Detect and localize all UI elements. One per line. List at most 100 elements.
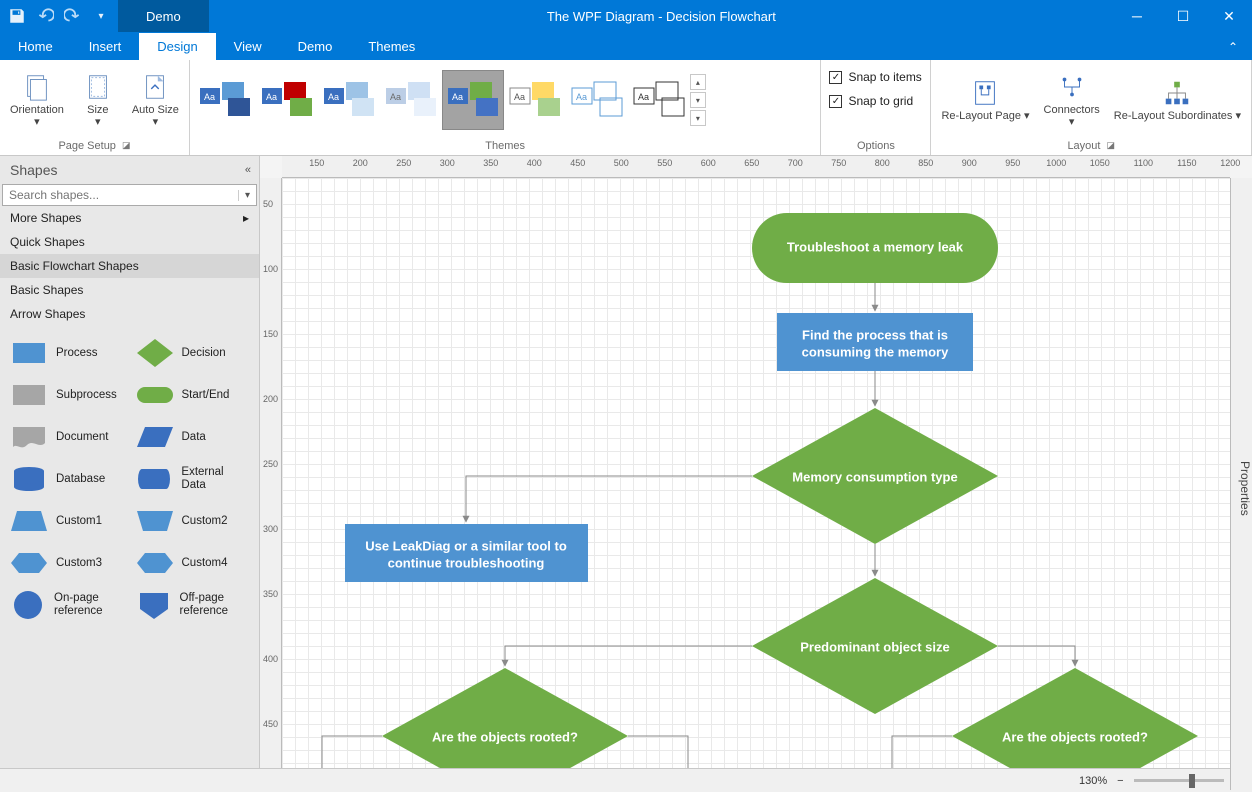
shape-label: Start/End xyxy=(182,389,230,402)
tab-demo[interactable]: Demo xyxy=(280,33,351,60)
shape-label: Document xyxy=(56,431,108,444)
size-button[interactable]: Size▾ xyxy=(72,68,124,132)
theme-swatch-1[interactable]: Aa xyxy=(194,70,256,130)
tab-home[interactable]: Home xyxy=(0,33,71,60)
zoom-out-button[interactable]: − xyxy=(1117,775,1123,787)
search-dropdown-icon[interactable]: ▾ xyxy=(238,190,256,201)
themes-more-icon[interactable]: ▾ xyxy=(690,110,706,126)
tab-view[interactable]: View xyxy=(216,33,280,60)
zoom-slider[interactable] xyxy=(1134,779,1224,782)
group-options: ✓Snap to items ✓Snap to grid Options xyxy=(821,60,931,155)
undo-icon[interactable] xyxy=(36,7,54,25)
collapse-ribbon-icon[interactable]: ⌃ xyxy=(1214,34,1252,60)
window-title: The WPF Diagram - Decision Flowchart xyxy=(209,9,1114,24)
node-rooted-left[interactable]: Are the objects rooted? xyxy=(382,668,628,768)
shape-icon xyxy=(8,336,50,370)
shape-item-subprocess[interactable]: Subprocess xyxy=(4,374,130,416)
connectors-button[interactable]: Connectors▾ xyxy=(1038,68,1106,132)
svg-text:Aa: Aa xyxy=(266,92,277,102)
backstage-demo-tab[interactable]: Demo xyxy=(118,0,209,32)
themes-scroll-up-icon[interactable]: ▴ xyxy=(690,74,706,90)
shape-label: Custom3 xyxy=(56,557,102,570)
shape-icon xyxy=(134,378,176,412)
tab-design[interactable]: Design xyxy=(139,33,215,60)
svg-text:Memory consumption type: Memory consumption type xyxy=(792,469,957,484)
shape-icon xyxy=(134,336,176,370)
theme-swatch-6[interactable]: Aa xyxy=(504,70,566,130)
snap-to-grid-checkbox[interactable]: ✓Snap to grid xyxy=(829,92,913,110)
node-find-process[interactable]: Find the process that is consuming the m… xyxy=(777,313,973,371)
shape-label: On-page reference xyxy=(54,592,126,618)
shape-icon xyxy=(8,546,50,580)
redo-icon[interactable] xyxy=(64,7,82,25)
shape-item-start-end[interactable]: Start/End xyxy=(130,374,256,416)
svg-text:Aa: Aa xyxy=(638,92,649,102)
shape-icon xyxy=(134,546,176,580)
shapes-category-arrow[interactable]: Arrow Shapes xyxy=(0,302,259,326)
svg-text:Find the process that is: Find the process that is xyxy=(802,327,948,342)
tab-insert[interactable]: Insert xyxy=(71,33,140,60)
properties-panel-tab[interactable]: Properties xyxy=(1230,178,1252,790)
relayout-page-button[interactable]: Re-Layout Page ▾ xyxy=(935,74,1035,126)
shape-item-document[interactable]: Document xyxy=(4,416,130,458)
group-layout: Re-Layout Page ▾ Connectors▾ Re-Layout S… xyxy=(931,60,1252,155)
auto-size-button[interactable]: Auto Size▾ xyxy=(126,68,185,132)
window-controls: ─ ☐ ✕ xyxy=(1114,0,1252,32)
group-page-setup: Orientation▾ Size▾ Auto Size▾ Page Setup… xyxy=(0,60,190,155)
theme-swatch-4[interactable]: Aa xyxy=(380,70,442,130)
orientation-button[interactable]: Orientation▾ xyxy=(4,68,70,132)
node-predominant[interactable]: Predominant object size xyxy=(752,578,998,714)
shapes-category-basic-flowchart[interactable]: Basic Flowchart Shapes xyxy=(0,254,259,278)
shapes-category-basic[interactable]: Basic Shapes xyxy=(0,278,259,302)
search-input[interactable] xyxy=(3,188,238,202)
node-rooted-right[interactable]: Are the objects rooted? xyxy=(952,668,1198,768)
shape-icon xyxy=(134,420,176,454)
shape-icon xyxy=(8,462,50,496)
flowchart-svg: Troubleshoot a memory leak Find the proc… xyxy=(282,178,1230,768)
zoom-level: 130% xyxy=(1079,775,1107,787)
themes-scroll-down-icon[interactable]: ▾ xyxy=(690,92,706,108)
shape-item-custom3[interactable]: Custom3 xyxy=(4,542,130,584)
shape-label: Off-page reference xyxy=(180,592,252,618)
shape-item-custom1[interactable]: Custom1 xyxy=(4,500,130,542)
tab-themes[interactable]: Themes xyxy=(350,33,433,60)
theme-swatch-5[interactable]: Aa xyxy=(442,70,504,130)
themes-gallery-scroll[interactable]: ▴ ▾ ▾ xyxy=(690,74,708,126)
node-memory-type[interactable]: Memory consumption type xyxy=(752,408,998,544)
shape-item-custom2[interactable]: Custom2 xyxy=(130,500,256,542)
shape-item-data[interactable]: Data xyxy=(130,416,256,458)
shapes-collapse-icon[interactable]: « xyxy=(245,164,249,176)
shapes-search[interactable]: ▾ xyxy=(2,184,257,206)
shape-item-process[interactable]: Process xyxy=(4,332,130,374)
save-icon[interactable] xyxy=(8,7,26,25)
shape-item-decision[interactable]: Decision xyxy=(130,332,256,374)
shapes-category-more[interactable]: More Shapes▸ xyxy=(0,206,259,230)
maximize-button[interactable]: ☐ xyxy=(1160,0,1206,32)
close-button[interactable]: ✕ xyxy=(1206,0,1252,32)
shape-item-database[interactable]: Database xyxy=(4,458,130,500)
minimize-button[interactable]: ─ xyxy=(1114,0,1160,32)
theme-swatch-3[interactable]: Aa xyxy=(318,70,380,130)
layout-dialog-icon[interactable]: ◪ xyxy=(1106,140,1115,152)
shapes-category-quick[interactable]: Quick Shapes xyxy=(0,230,259,254)
theme-swatch-8[interactable]: Aa xyxy=(628,70,690,130)
shape-item-on-page-reference[interactable]: On-page reference xyxy=(4,584,130,626)
qat-dropdown-icon[interactable]: ▾ xyxy=(92,7,110,25)
shape-item-external-data[interactable]: External Data xyxy=(130,458,256,500)
page-setup-dialog-icon[interactable]: ◪ xyxy=(122,140,131,152)
node-leakdiag[interactable]: Use LeakDiag or a similar tool to contin… xyxy=(345,524,588,582)
snap-to-items-checkbox[interactable]: ✓Snap to items xyxy=(829,68,921,86)
theme-swatch-2[interactable]: Aa xyxy=(256,70,318,130)
shape-item-off-page-reference[interactable]: Off-page reference xyxy=(130,584,256,626)
theme-swatch-7[interactable]: Aa xyxy=(566,70,628,130)
relayout-subordinates-button[interactable]: Re-Layout Subordinates ▾ xyxy=(1108,74,1247,126)
node-start[interactable]: Troubleshoot a memory leak xyxy=(752,213,998,283)
shape-icon xyxy=(134,462,176,496)
diagram-canvas[interactable]: Troubleshoot a memory leak Find the proc… xyxy=(282,178,1230,768)
shape-item-custom4[interactable]: Custom4 xyxy=(130,542,256,584)
ribbon: Orientation▾ Size▾ Auto Size▾ Page Setup… xyxy=(0,60,1252,156)
svg-text:Troubleshoot a memory leak: Troubleshoot a memory leak xyxy=(787,239,964,254)
horizontal-ruler: 1502002503003504004505005506006507007508… xyxy=(282,156,1230,178)
svg-text:Use LeakDiag or a similar tool: Use LeakDiag or a similar tool to xyxy=(365,538,567,553)
shape-label: Data xyxy=(182,431,206,444)
